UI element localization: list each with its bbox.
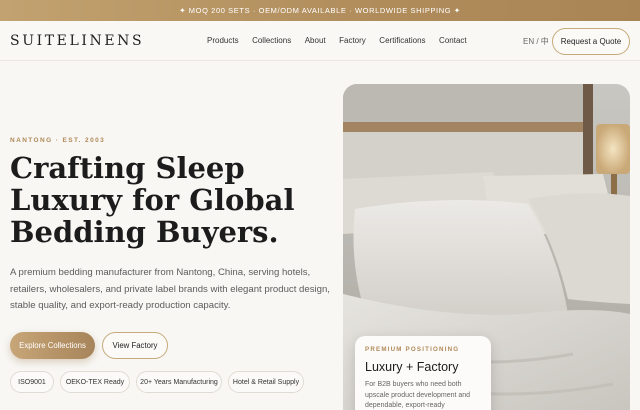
- trust-badges: ISO9001 OEKO-TEX Ready 20+ Years Manufac…: [10, 371, 310, 393]
- nav-menu: Products Collections About Factory Certi…: [207, 36, 480, 45]
- nav-link-contact[interactable]: Contact: [439, 36, 467, 45]
- card-eyebrow: PREMIUM POSITIONING: [365, 346, 460, 353]
- announcement-bar: ✦ MOQ 200 SETS · OEM/ODM AVAILABLE · WOR…: [0, 0, 640, 21]
- card-description: For B2B buyers who need both upscale pro…: [365, 381, 471, 409]
- badge-oeko-tex: OEKO-TEX Ready: [60, 371, 130, 393]
- view-factory-button[interactable]: View Factory: [102, 332, 168, 359]
- nav-link-factory[interactable]: Factory: [339, 36, 366, 45]
- hero-eyebrow: NANTONG · EST. 2003: [10, 137, 106, 144]
- hero-headline: Crafting Sleep Luxury for Global Bedding…: [10, 151, 295, 249]
- request-quote-button[interactable]: Request a Quote: [552, 28, 630, 55]
- card-title: Luxury + Factory: [365, 360, 459, 374]
- language-switcher[interactable]: EN / 中: [523, 36, 549, 47]
- badge-manufacturing-years: 20+ Years Manufacturing: [136, 371, 222, 393]
- hero-description: A premium bedding manufacturer from Nant…: [10, 267, 330, 311]
- badge-hotel-retail: Hotel & Retail Supply: [228, 371, 304, 393]
- nav-link-about[interactable]: About: [305, 36, 326, 45]
- brand-logo[interactable]: SUITELINENS: [10, 33, 144, 49]
- positioning-card: PREMIUM POSITIONING Luxury + Factory For…: [355, 336, 491, 410]
- announcement-text: ✦ MOQ 200 SETS · OEM/ODM AVAILABLE · WOR…: [179, 6, 461, 15]
- nav-link-certifications[interactable]: Certifications: [379, 36, 425, 45]
- nav-link-collections[interactable]: Collections: [252, 36, 291, 45]
- badge-iso9001: ISO9001: [10, 371, 54, 393]
- nav-link-products[interactable]: Products: [207, 36, 239, 45]
- main-nav: SUITELINENS Products Collections About F…: [0, 21, 640, 61]
- explore-collections-button[interactable]: Explore Collections: [10, 332, 95, 359]
